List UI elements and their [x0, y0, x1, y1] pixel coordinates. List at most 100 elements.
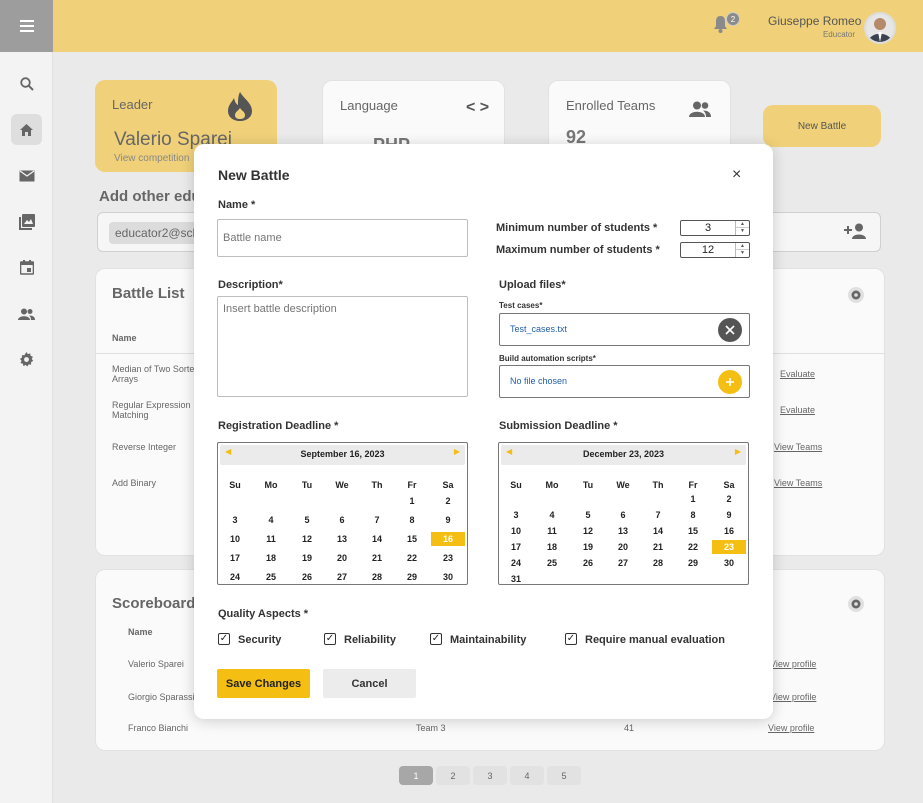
calendar-day[interactable]: 26	[295, 570, 319, 584]
calendar-day[interactable]: 29	[681, 556, 705, 570]
calendar-day[interactable]: 28	[646, 556, 670, 570]
calendar-day[interactable]: 14	[646, 524, 670, 538]
registration-calendar[interactable]: ◀ September 16, 2023 ▶ Su Mo Tu We Th Fr Sa 1 2 3…	[217, 442, 468, 585]
calendar-day[interactable]: 2	[717, 492, 741, 506]
maintainability-label: Maintainability	[450, 634, 527, 646]
weekday-header: We	[335, 480, 349, 490]
calendar-day[interactable]: 7	[646, 508, 670, 522]
calendar-day[interactable]: 7	[365, 513, 389, 527]
calendar-day[interactable]: 12	[576, 524, 600, 538]
registration-deadline-label: Registration Deadline *	[218, 420, 339, 432]
calendar-day[interactable]: 5	[295, 513, 319, 527]
weekday-header: Fr	[688, 480, 698, 490]
calendar-day[interactable]: 15	[681, 524, 705, 538]
calendar-day[interactable]: 1	[681, 492, 705, 506]
calendar-day[interactable]: 25	[540, 556, 564, 570]
calendar-day[interactable]: 6	[611, 508, 635, 522]
calendar-day[interactable]: 9	[436, 513, 460, 527]
max-students-value: 12	[701, 244, 715, 256]
calendar-day[interactable]: 13	[611, 524, 635, 538]
add-file-icon[interactable]	[718, 370, 742, 394]
calendar-day[interactable]: 19	[295, 551, 319, 565]
calendar-day[interactable]: 28	[365, 570, 389, 584]
cancel-button[interactable]: Cancel	[323, 669, 416, 698]
calendar-day[interactable]: 23	[436, 551, 460, 565]
calendar-day[interactable]: 5	[576, 508, 600, 522]
calendar-day[interactable]: 20	[330, 551, 354, 565]
calendar-day[interactable]: 30	[717, 556, 741, 570]
calendar-day[interactable]: 24	[504, 556, 528, 570]
security-label: Security	[238, 634, 282, 646]
calendar-month: December 23, 2023	[582, 449, 665, 459]
min-students-label: Minimum number of students *	[496, 222, 658, 234]
remove-file-icon[interactable]	[718, 318, 742, 342]
save-changes-button[interactable]: Save Changes	[217, 669, 310, 698]
calendar-day[interactable]: 30	[436, 570, 460, 584]
calendar-day[interactable]: 14	[365, 532, 389, 546]
build-scripts-label: Build automation scripts*	[499, 354, 596, 363]
calendar-day[interactable]: 11	[540, 524, 564, 538]
calendar-day[interactable]: 24	[223, 570, 247, 584]
calendar-day[interactable]: 18	[259, 551, 283, 565]
calendar-day[interactable]: 3	[223, 513, 247, 527]
calendar-day[interactable]: 15	[400, 532, 424, 546]
maintainability-checkbox[interactable]: ✓	[430, 633, 442, 645]
description-textarea[interactable]	[217, 296, 468, 397]
calendar-day[interactable]: 12	[295, 532, 319, 546]
max-students-stepper[interactable]: 12 ▲ ▼	[680, 242, 750, 258]
weekday-header: Su	[510, 480, 522, 490]
calendar-day[interactable]: 2	[436, 494, 460, 508]
stepper-down-icon[interactable]: ▼	[736, 250, 749, 257]
calendar-day[interactable]: 22	[400, 551, 424, 565]
calendar-day[interactable]: 10	[504, 524, 528, 538]
calendar-day[interactable]: 6	[330, 513, 354, 527]
weekday-header: Mo	[264, 480, 278, 490]
submission-calendar[interactable]: ◀ December 23, 2023 ▶ Su Mo Tu We Th Fr Sa 1 2 3 4…	[498, 442, 749, 585]
stepper-down-icon[interactable]: ▼	[736, 228, 749, 235]
reliability-checkbox[interactable]: ✓	[324, 633, 336, 645]
calendar-day-selected[interactable]: 23	[712, 540, 746, 554]
manual-evaluation-checkbox[interactable]: ✓	[565, 633, 577, 645]
calendar-day[interactable]: 27	[611, 556, 635, 570]
calendar-month: September 16, 2023	[300, 449, 385, 459]
calendar-day[interactable]: 4	[259, 513, 283, 527]
calendar-day[interactable]: 17	[223, 551, 247, 565]
build-scripts-file-field[interactable]: No file chosen	[499, 365, 750, 398]
close-icon[interactable]: ×	[732, 166, 741, 184]
calendar-day[interactable]: 9	[717, 508, 741, 522]
next-month-icon[interactable]: ▶	[735, 447, 741, 456]
calendar-day[interactable]: 26	[576, 556, 600, 570]
calendar-day[interactable]: 16	[717, 524, 741, 538]
calendar-day[interactable]: 18	[540, 540, 564, 554]
calendar-day[interactable]: 25	[259, 570, 283, 584]
calendar-day[interactable]: 17	[504, 540, 528, 554]
weekday-header: Tu	[301, 480, 313, 490]
battle-name-input[interactable]	[217, 219, 468, 257]
calendar-day[interactable]: 21	[365, 551, 389, 565]
min-students-stepper[interactable]: 3 ▲ ▼	[680, 220, 750, 236]
calendar-day[interactable]: 10	[223, 532, 247, 546]
calendar-day[interactable]: 29	[400, 570, 424, 584]
calendar-day[interactable]: 3	[504, 508, 528, 522]
calendar-day[interactable]: 1	[400, 494, 424, 508]
security-checkbox[interactable]: ✓	[218, 633, 230, 645]
calendar-day[interactable]: 22	[681, 540, 705, 554]
weekday-header: Sa	[723, 480, 735, 490]
stepper-up-icon[interactable]: ▲	[736, 243, 749, 250]
description-label: Description*	[218, 279, 283, 291]
stepper-up-icon[interactable]: ▲	[736, 221, 749, 228]
calendar-day-selected[interactable]: 16	[431, 532, 465, 546]
calendar-day[interactable]: 13	[330, 532, 354, 546]
calendar-day[interactable]: 8	[681, 508, 705, 522]
calendar-day[interactable]: 31	[504, 572, 528, 586]
calendar-day[interactable]: 4	[540, 508, 564, 522]
calendar-day[interactable]: 20	[611, 540, 635, 554]
next-month-icon[interactable]: ▶	[454, 447, 460, 456]
calendar-day[interactable]: 27	[330, 570, 354, 584]
reliability-label: Reliability	[344, 634, 396, 646]
calendar-day[interactable]: 19	[576, 540, 600, 554]
calendar-day[interactable]: 8	[400, 513, 424, 527]
test-cases-file-field[interactable]: Test_cases.txt	[499, 313, 750, 346]
calendar-day[interactable]: 21	[646, 540, 670, 554]
calendar-day[interactable]: 11	[259, 532, 283, 546]
